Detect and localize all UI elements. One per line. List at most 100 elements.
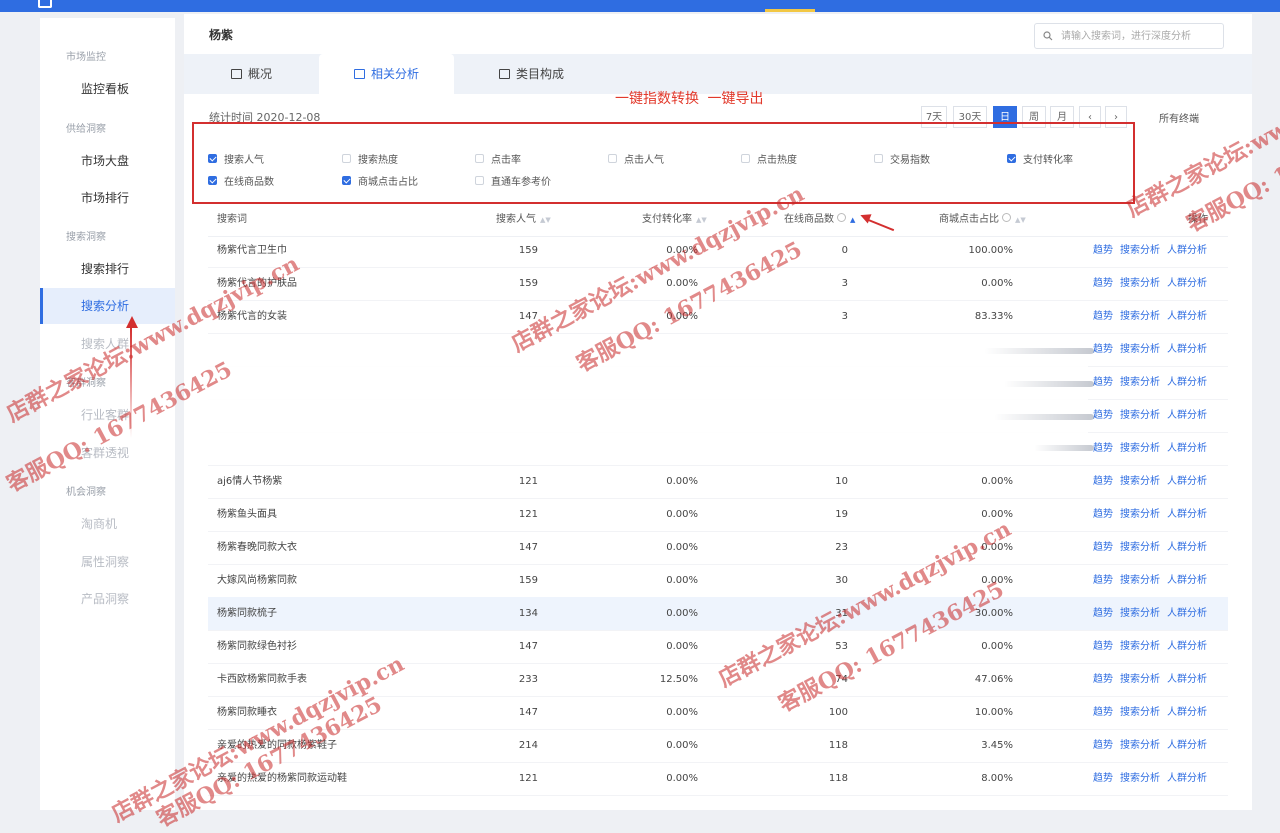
cell-products: 23 [835,542,848,553]
search-analysis-link[interactable]: 搜索分析 [1120,773,1160,784]
search-analysis-link[interactable]: 搜索分析 [1120,740,1160,751]
tab-overview[interactable]: 概况 [184,54,319,94]
search-analysis-link[interactable]: 搜索分析 [1120,608,1160,619]
th-popularity[interactable]: 搜索人气 ▲▼ [496,204,551,236]
table-row[interactable]: 杨紫代言的女装 147 0.00% 3 83.33% 趋势 搜索分析 人群分析 [208,300,1228,334]
search-box[interactable] [1034,23,1224,49]
trend-link[interactable]: 趋势 [1093,245,1113,256]
crowd-analysis-link[interactable]: 人群分析 [1167,278,1207,289]
crowd-analysis-link[interactable]: 人群分析 [1167,443,1207,454]
crowd-analysis-link[interactable]: 人群分析 [1167,311,1207,322]
table-row[interactable]: 杨紫春晚同款大衣 147 0.00% 23 0.00% 趋势 搜索分析 人群分析 [208,531,1228,565]
search-analysis-link[interactable]: 搜索分析 [1120,641,1160,652]
trend-link[interactable]: 趋势 [1093,410,1113,421]
sidebar-item-industry-crowd[interactable]: 行业客群 [40,397,175,433]
trend-link[interactable]: 趋势 [1093,542,1113,553]
sidebar-item-search-crowd[interactable]: 搜索人群 [40,326,175,362]
crowd-analysis-link[interactable]: 人群分析 [1167,509,1207,520]
search-analysis-link[interactable]: 搜索分析 [1120,476,1160,487]
metric-checkbox-ztc-price[interactable]: 直通车参考价 [475,173,551,188]
table-row[interactable]: 杨紫同款绿色衬衫 147 0.00% 53 0.00% 趋势 搜索分析 人群分析 [208,630,1228,664]
crowd-analysis-link[interactable]: 人群分析 [1167,773,1207,784]
sidebar-item-monitor-board[interactable]: 监控看板 [40,71,175,107]
trend-link[interactable]: 趋势 [1093,707,1113,718]
table-row[interactable]: 杨紫同款梳子 134 0.00% 31 30.00% 趋势 搜索分析 人群分析 [208,597,1228,631]
table-row[interactable]: 亲爱的热爱的同款杨紫鞋子 214 0.00% 118 3.45% 趋势 搜索分析 人群分析 [208,729,1228,763]
crowd-analysis-link[interactable]: 人群分析 [1167,641,1207,652]
sidebar-item-market-ranking[interactable]: 市场排行 [40,180,175,216]
terminal-select[interactable]: 所有终端 [1159,110,1199,125]
search-analysis-link[interactable]: 搜索分析 [1120,509,1160,520]
checkbox-label: 点击热度 [757,155,797,166]
table-row[interactable]: 卡西欧杨紫同款手表 233 12.50% 74 47.06% 趋势 搜索分析 人群分析 [208,663,1228,697]
trend-link[interactable]: 趋势 [1093,608,1113,619]
search-analysis-link[interactable]: 搜索分析 [1120,674,1160,685]
crowd-analysis-link[interactable]: 人群分析 [1167,542,1207,553]
table-row[interactable]: aj6情人节杨紫 121 0.00% 10 0.00% 趋势 搜索分析 人群分析 [208,465,1228,499]
crowd-analysis-link[interactable]: 人群分析 [1167,707,1207,718]
sidebar-item-crowd-insight[interactable]: 客群透视 [40,435,175,471]
search-input[interactable] [1059,29,1213,43]
trend-link[interactable]: 趋势 [1093,575,1113,586]
th-mall-share[interactable]: 商城点击占比 ▲▼ [939,204,1026,236]
search-analysis-link[interactable]: 搜索分析 [1120,443,1160,454]
search-analysis-link[interactable]: 搜索分析 [1120,575,1160,586]
sidebar-item-market-overview[interactable]: 市场大盘 [40,143,175,179]
trend-link[interactable]: 趋势 [1093,674,1113,685]
trend-link[interactable]: 趋势 [1093,443,1113,454]
table-row[interactable]: 杨紫代言的护肤品 159 0.00% 3 0.00% 趋势 搜索分析 人群分析 [208,267,1228,301]
sidebar-item-product-insight[interactable]: 产品洞察 [40,581,175,617]
trend-link[interactable]: 趋势 [1093,278,1113,289]
sidebar-item-search-analysis[interactable]: 搜索分析 [40,288,175,324]
trend-link[interactable]: 趋势 [1093,476,1113,487]
crowd-analysis-link[interactable]: 人群分析 [1167,674,1207,685]
metric-checkbox-click-rate[interactable]: 点击率 [475,151,521,166]
crowd-analysis-link[interactable]: 人群分析 [1167,476,1207,487]
trend-link[interactable]: 趋势 [1093,344,1113,355]
search-analysis-link[interactable]: 搜索分析 [1120,311,1160,322]
table-row[interactable]: 杨紫代言卫生巾 159 0.00% 0 100.00% 趋势 搜索分析 人群分析 [208,234,1228,268]
search-analysis-link[interactable]: 搜索分析 [1120,278,1160,289]
crowd-analysis-link[interactable]: 人群分析 [1167,344,1207,355]
tab-related-analysis[interactable]: 相关分析 [319,54,454,94]
table-row[interactable]: 杨紫同款睡衣 147 0.00% 100 10.00% 趋势 搜索分析 人群分析 [208,696,1228,730]
metric-checkbox-pay-conversion[interactable]: 支付转化率 [1007,151,1073,166]
metric-checkbox-online-products[interactable]: 在线商品数 [208,173,274,188]
trend-link[interactable]: 趋势 [1093,377,1113,388]
trend-link[interactable]: 趋势 [1093,641,1113,652]
search-analysis-link[interactable]: 搜索分析 [1120,245,1160,256]
sidebar-item-opportunity[interactable]: 淘商机 [40,506,175,542]
crowd-analysis-link[interactable]: 人群分析 [1167,575,1207,586]
search-analysis-link[interactable]: 搜索分析 [1120,344,1160,355]
th-products[interactable]: 在线商品数 ▲ [784,204,855,236]
trend-link[interactable]: 趋势 [1093,509,1113,520]
table-row[interactable]: 亲爱的热爱的杨紫同款运动鞋 121 0.00% 118 8.00% 趋势 搜索分析 人群分析 [208,762,1228,796]
tab-category-composition[interactable]: 类目构成 [464,54,599,94]
crowd-analysis-link[interactable]: 人群分析 [1167,608,1207,619]
metric-checkbox-search-popularity[interactable]: 搜索人气 [208,151,264,166]
crowd-analysis-link[interactable]: 人群分析 [1167,740,1207,751]
metric-checkbox-click-popularity[interactable]: 点击人气 [608,151,664,166]
crowd-analysis-link[interactable]: 人群分析 [1167,410,1207,421]
th-conversion[interactable]: 支付转化率 ▲▼ [642,204,707,236]
trend-link[interactable]: 趋势 [1093,773,1113,784]
th-label: 在线商品数 [784,214,834,225]
metric-checkbox-trade-index[interactable]: 交易指数 [874,151,930,166]
crowd-analysis-link[interactable]: 人群分析 [1167,245,1207,256]
trend-link[interactable]: 趋势 [1093,740,1113,751]
crowd-analysis-link[interactable]: 人群分析 [1167,377,1207,388]
sidebar-item-attribute-insight[interactable]: 属性洞察 [40,544,175,580]
search-analysis-link[interactable]: 搜索分析 [1120,410,1160,421]
table-row[interactable]: 杨紫鱼头面具 121 0.00% 19 0.00% 趋势 搜索分析 人群分析 [208,498,1228,532]
sidebar-item-search-ranking[interactable]: 搜索排行 [40,251,175,287]
trend-link[interactable]: 趋势 [1093,311,1113,322]
metric-checkbox-mall-click-share[interactable]: 商城点击占比 [342,173,418,188]
search-analysis-link[interactable]: 搜索分析 [1120,542,1160,553]
search-analysis-link[interactable]: 搜索分析 [1120,377,1160,388]
search-analysis-link[interactable]: 搜索分析 [1120,707,1160,718]
metric-checkbox-search-heat[interactable]: 搜索热度 [342,151,398,166]
table-row[interactable]: 大嫁风尚杨紫同款 159 0.00% 30 0.00% 趋势 搜索分析 人群分析 [208,564,1228,598]
cell-popularity: 159 [518,245,538,256]
cell-mall-share: 10.00% [974,707,1013,718]
metric-checkbox-click-heat[interactable]: 点击热度 [741,151,797,166]
